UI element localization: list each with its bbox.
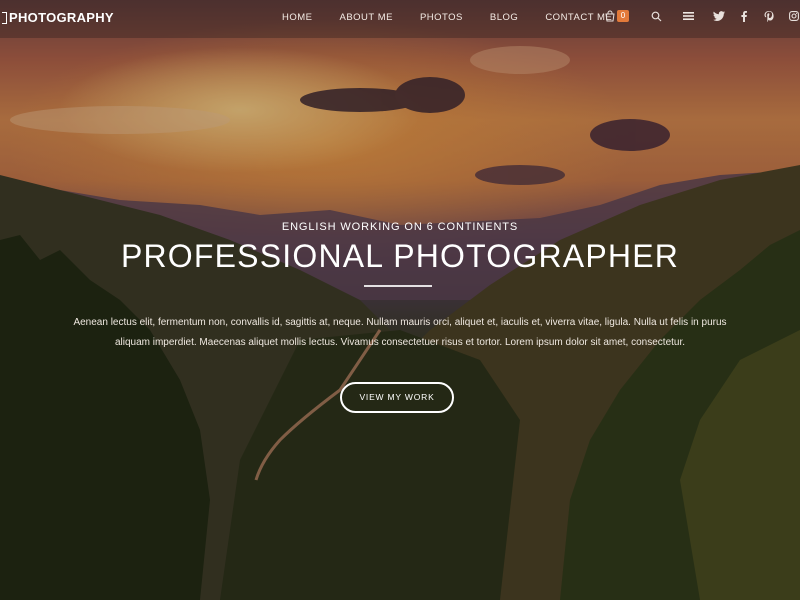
twitter-icon[interactable] xyxy=(713,11,725,21)
facebook-icon[interactable] xyxy=(741,10,747,22)
logo-text: PHOTOGRAPHY xyxy=(9,10,114,25)
site-logo[interactable]: PHOTOGRAPHY xyxy=(2,10,114,25)
menu-icon[interactable] xyxy=(683,11,694,21)
pinterest-icon[interactable] xyxy=(764,10,774,22)
hero-body-text: Aenean lectus elit, fermentum non, conva… xyxy=(73,317,727,348)
instagram-icon[interactable] xyxy=(789,11,799,21)
hero-headline: PROFESSIONAL PHOTOGRAPHER xyxy=(120,238,680,274)
main-nav: HOME ABOUT ME PHOTOS BLOG CONTACT ME xyxy=(282,12,639,23)
logo-mark-icon xyxy=(2,11,7,24)
hero-overlay xyxy=(0,0,800,600)
header-icons: 0 xyxy=(603,9,799,23)
top-navigation-bar: PHOTOGRAPHY HOME ABOUT ME PHOTOS BLOG CO… xyxy=(0,0,800,38)
nav-blog[interactable]: BLOG xyxy=(490,12,518,23)
headline-divider xyxy=(364,285,432,287)
cart-icon[interactable]: 0 xyxy=(603,9,629,23)
nav-about-me[interactable]: ABOUT ME xyxy=(340,12,393,23)
search-icon[interactable] xyxy=(651,11,662,22)
nav-photos[interactable]: PHOTOS xyxy=(420,12,463,23)
view-my-work-button[interactable]: VIEW MY WORK xyxy=(340,382,454,413)
cart-count-badge: 0 xyxy=(617,10,629,22)
nav-home[interactable]: HOME xyxy=(282,12,313,23)
hero-kicker: ENGLISH WORKING ON 6 CONTINENTS xyxy=(281,221,519,233)
